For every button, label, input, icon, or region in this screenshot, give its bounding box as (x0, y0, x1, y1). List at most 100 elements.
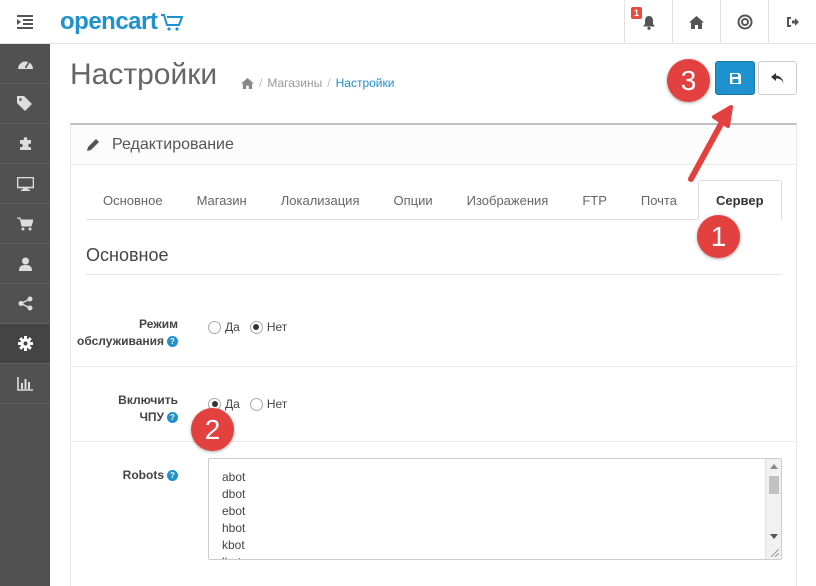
top-header: opencart 1 (0, 0, 816, 44)
breadcrumb-link-stores[interactable]: Магазины (267, 76, 322, 90)
share-icon (18, 296, 32, 311)
scroll-up-arrow-icon[interactable] (770, 464, 778, 469)
bell-icon (642, 15, 655, 30)
maintenance-row: Режим обслуживания? Да Нет (71, 290, 796, 367)
scrollbar-thumb[interactable] (769, 476, 779, 494)
save-button[interactable] (715, 61, 755, 95)
settings-panel: Редактирование Основное Магазин Локализа… (70, 123, 797, 586)
sidebar-item-sales[interactable] (0, 204, 50, 244)
maintenance-no-option[interactable]: Нет (249, 320, 288, 334)
robots-line: abot (222, 470, 246, 484)
menu-toggle-button[interactable] (0, 0, 50, 44)
option-label: Да (225, 320, 240, 334)
puzzle-icon (19, 137, 31, 150)
breadcrumb-separator: / (327, 76, 331, 90)
panel-title: Редактирование (112, 135, 234, 153)
reply-icon (771, 72, 784, 83)
sidebar-item-extensions[interactable] (0, 124, 50, 164)
sidebar-item-design[interactable] (0, 164, 50, 204)
label-line: Режим (139, 317, 178, 331)
sidebar (0, 44, 50, 586)
opencart-logo[interactable]: opencart (60, 8, 184, 36)
breadcrumb-link-settings[interactable]: Настройки (336, 76, 395, 90)
tab-store[interactable]: Магазин (180, 180, 264, 220)
shopping-cart-icon (17, 217, 33, 230)
tab-server[interactable]: Сервер (697, 180, 782, 220)
seo-url-no-radio[interactable] (249, 397, 263, 411)
sidebar-item-system[interactable] (0, 324, 50, 364)
robots-line: dbot (222, 487, 246, 501)
panel-heading: Редактирование (71, 125, 796, 165)
home-button[interactable] (672, 0, 720, 44)
robots-label: Robots? (123, 467, 178, 484)
label-line: ЧПУ (139, 410, 164, 424)
notifications-button[interactable]: 1 (624, 0, 672, 44)
robots-lines: abot dbot ebot hbot kbot lbot (209, 459, 781, 559)
maintenance-label: Режим обслуживания? (77, 316, 178, 350)
home-icon (689, 15, 704, 29)
breadcrumb: / Магазины / Настройки (241, 76, 394, 90)
option-label: Да (225, 397, 240, 411)
label-line: Включить (118, 393, 178, 407)
logo-text: opencart (60, 8, 158, 35)
annotation-marker-3: 3 (667, 59, 710, 102)
help-icon[interactable]: ? (167, 336, 178, 348)
tab-localization[interactable]: Локализация (264, 180, 377, 220)
dashboard-icon (17, 61, 33, 69)
section-legend: Основное (86, 245, 782, 275)
sidebar-item-catalog[interactable] (0, 84, 50, 124)
robots-line: kbot (222, 538, 245, 552)
seo-url-row: Включить ЧПУ? Да Нет (71, 367, 796, 442)
tab-mail[interactable]: Почта (624, 180, 694, 220)
life-ring-icon (737, 14, 752, 30)
robots-textarea[interactable]: abot dbot ebot hbot kbot lbot (208, 458, 782, 560)
floppy-disk-icon (729, 72, 741, 84)
bar-chart-icon (17, 376, 33, 391)
sidebar-item-marketing[interactable] (0, 284, 50, 324)
breadcrumb-separator: / (259, 76, 263, 90)
sidebar-item-dashboard[interactable] (0, 44, 50, 84)
label-line: обслуживания (77, 334, 164, 348)
robots-line: lbot (222, 554, 781, 559)
tab-images[interactable]: Изображения (450, 180, 566, 220)
help-icon[interactable]: ? (167, 470, 178, 482)
back-button[interactable] (758, 61, 797, 95)
top-nav: 1 (624, 0, 816, 44)
logo-cart-icon (161, 14, 184, 31)
label-line: Robots (122, 468, 164, 482)
maintenance-yes-option[interactable]: Да (208, 320, 240, 334)
tab-ftp[interactable]: FTP (565, 180, 624, 220)
sign-out-icon (786, 17, 799, 27)
sidebar-item-customers[interactable] (0, 244, 50, 284)
textarea-scrollbar[interactable] (765, 459, 781, 559)
seo-url-label: Включить ЧПУ? (118, 392, 178, 426)
breadcrumb-home-icon[interactable] (241, 77, 254, 89)
tab-general[interactable]: Основное (86, 180, 180, 220)
page-title: Настройки (70, 58, 218, 91)
annotation-marker-1: 1 (697, 215, 740, 258)
scroll-down-arrow-icon[interactable] (770, 534, 778, 539)
pencil-icon (87, 139, 99, 151)
tags-icon (17, 96, 32, 111)
tab-options[interactable]: Опции (376, 180, 449, 220)
seo-url-radio-group: Да Нет (208, 397, 297, 411)
resize-grip-icon[interactable] (769, 547, 779, 557)
seo-url-no-option[interactable]: Нет (249, 397, 288, 411)
user-icon (18, 257, 32, 271)
maintenance-radio-group: Да Нет (208, 320, 297, 334)
settings-tabs: Основное Магазин Локализация Опции Изобр… (86, 180, 782, 220)
help-icon[interactable]: ? (167, 412, 178, 424)
option-label: Нет (266, 397, 288, 411)
robots-line: ebot (222, 504, 246, 518)
gear-icon (17, 336, 33, 351)
maintenance-no-radio[interactable] (249, 320, 263, 334)
maintenance-yes-radio[interactable] (208, 320, 221, 334)
notification-badge: 1 (631, 7, 643, 19)
logout-button[interactable] (768, 0, 816, 44)
annotation-marker-2: 2 (191, 408, 234, 451)
robots-line: hbot (222, 521, 246, 535)
sidebar-item-reports[interactable] (0, 364, 50, 404)
help-button[interactable] (720, 0, 768, 44)
hamburger-indent-icon (17, 15, 33, 29)
option-label: Нет (266, 320, 288, 334)
